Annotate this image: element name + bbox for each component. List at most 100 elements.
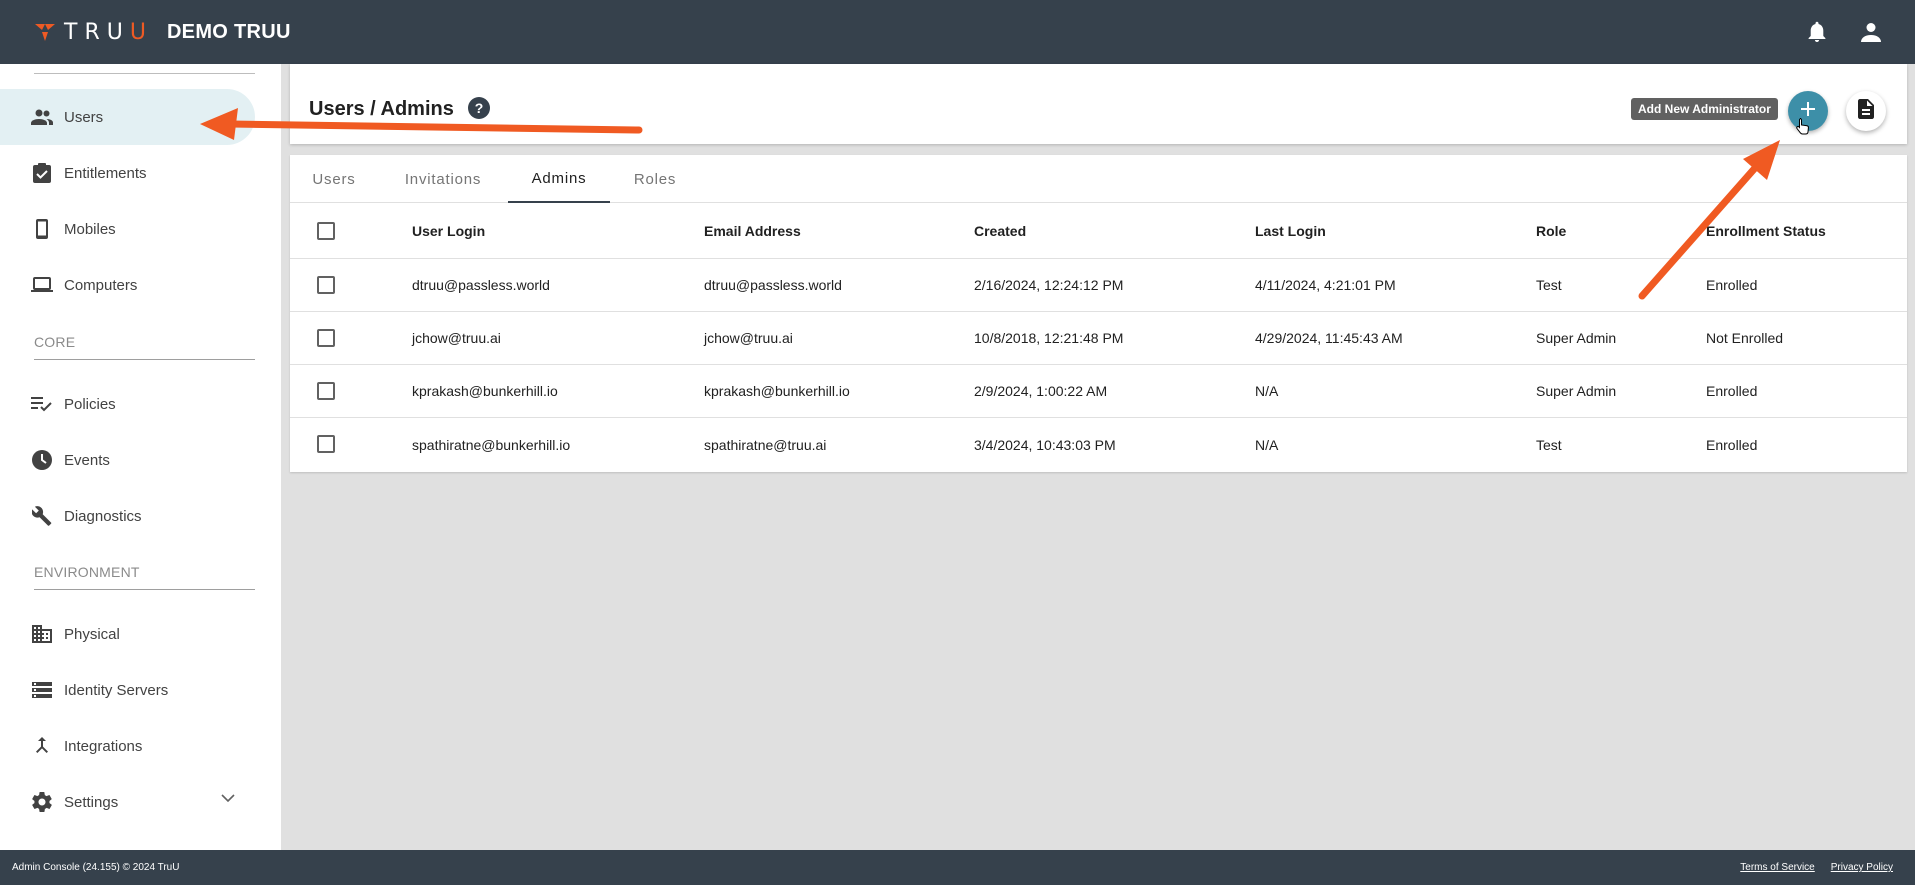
sidebar-item-label: Diagnostics (64, 507, 142, 525)
sidebar-item-policies[interactable]: Policies (0, 376, 255, 432)
top-app-bar: TRUU DEMO TRUU (0, 0, 1915, 64)
sidebar-item-label: Entitlements (64, 164, 147, 182)
help-icon[interactable]: ? (468, 97, 490, 119)
cell-role: Test (1536, 436, 1562, 453)
table-row[interactable]: kprakash@bunkerhill.io kprakash@bunkerhi… (290, 365, 1907, 418)
section-header-core: CORE (34, 334, 255, 360)
column-header-user-login[interactable]: User Login (412, 203, 485, 258)
row-checkbox[interactable] (317, 276, 335, 294)
footer: Admin Console (24.155) © 2024 TruU Terms… (0, 850, 1915, 885)
sidebar-item-events[interactable]: Events (0, 432, 255, 488)
tab-admins[interactable]: Admins (508, 155, 610, 203)
notifications-icon[interactable] (1803, 18, 1831, 46)
sidebar-item-physical[interactable]: Physical (0, 606, 255, 662)
clock-icon (30, 448, 54, 472)
sidebar-item-integrations[interactable]: Integrations (0, 718, 255, 774)
cell-user-login: spathiratne@bunkerhill.io (412, 436, 571, 453)
account-icon[interactable] (1857, 18, 1885, 46)
sidebar-item-users[interactable]: Users (0, 89, 255, 145)
sidebar-item-mobiles[interactable]: Mobiles (0, 201, 255, 257)
admins-table-card: Users Invitations Admins Roles User Logi… (290, 155, 1907, 472)
gear-icon (30, 790, 54, 814)
cell-last-login: 4/11/2024, 4:21:01 PM (1255, 277, 1396, 293)
privacy-policy-link[interactable]: Privacy Policy (1831, 862, 1893, 873)
terms-of-service-link[interactable]: Terms of Service (1740, 862, 1814, 873)
column-header-enrollment-status[interactable]: Enrollment Status (1706, 203, 1826, 258)
table-header: User Login Email Address Created Last Lo… (290, 203, 1907, 259)
cell-enrollment-status: Enrolled (1706, 436, 1758, 453)
page-header: Users / Admins ? Add New Administrator (290, 64, 1907, 144)
cell-user-login: jchow@truu.ai (412, 330, 501, 346)
users-icon (30, 105, 54, 129)
sidebar: Users Entitlements Mobiles Computers COR… (0, 64, 281, 850)
tab-bar: Users Invitations Admins Roles (290, 155, 1907, 203)
table-row[interactable]: dtruu@passless.world dtruu@passless.worl… (290, 259, 1907, 312)
org-name: DEMO TRUU (166, 20, 291, 43)
sidebar-item-label: Mobiles (64, 220, 116, 238)
tab-roles[interactable]: Roles (610, 155, 700, 203)
sidebar-item-computers[interactable]: Computers (0, 257, 255, 313)
cell-enrollment-status: Enrolled (1706, 277, 1758, 293)
select-all-checkbox[interactable] (317, 222, 335, 240)
sidebar-item-label: Events (64, 451, 110, 469)
table-row[interactable]: spathiratne@bunkerhill.io spathiratne@tr… (290, 418, 1907, 471)
sidebar-item-identity-servers[interactable]: Identity Servers (0, 662, 255, 718)
cell-created: 3/4/2024, 10:43:03 PM (974, 436, 1116, 453)
sidebar-item-label: Integrations (64, 737, 143, 755)
cell-role: Super Admin (1536, 330, 1617, 346)
tab-users[interactable]: Users (290, 155, 378, 203)
cell-role: Test (1536, 277, 1562, 293)
row-checkbox[interactable] (317, 329, 335, 347)
page-title: Users / Admins (309, 98, 454, 120)
laptop-icon (30, 273, 54, 297)
copyright-text: Admin Console (24.155) © 2024 TruU (12, 862, 180, 873)
cell-email: spathiratne@truu.ai (704, 436, 827, 453)
cell-last-login: 4/29/2024, 11:45:43 AM (1255, 330, 1403, 346)
column-header-last-login[interactable]: Last Login (1255, 203, 1326, 258)
document-icon (1858, 98, 1874, 124)
cell-created: 10/8/2018, 12:21:48 PM (974, 330, 1124, 346)
mouse-pointer-icon (1796, 117, 1810, 140)
cell-email: jchow@truu.ai (704, 330, 793, 346)
cell-user-login: kprakash@bunkerhill.io (412, 383, 558, 399)
policy-list-icon (30, 392, 54, 416)
building-icon (30, 622, 54, 646)
cell-enrollment-status: Enrolled (1706, 383, 1758, 399)
brand[interactable]: TRUU DEMO TRUU (34, 20, 291, 45)
tooltip-add-new-administrator: Add New Administrator (1631, 98, 1778, 120)
column-header-role[interactable]: Role (1536, 203, 1566, 258)
sidebar-divider (34, 73, 255, 74)
server-icon (30, 678, 54, 702)
phone-icon (30, 217, 54, 241)
export-document-button[interactable] (1846, 91, 1886, 131)
merge-icon (30, 734, 54, 758)
sidebar-item-label: Computers (64, 276, 138, 294)
chevron-down-icon[interactable] (221, 790, 235, 808)
sidebar-item-label: Settings (64, 793, 119, 811)
sidebar-item-label: Identity Servers (64, 681, 169, 699)
wrench-icon (30, 504, 54, 528)
table-row[interactable]: jchow@truu.ai jchow@truu.ai 10/8/2018, 1… (290, 312, 1907, 365)
cell-enrollment-status: Not Enrolled (1706, 330, 1784, 346)
column-header-email[interactable]: Email Address (704, 203, 801, 258)
section-header-environment: ENVIRONMENT (34, 564, 255, 590)
row-checkbox[interactable] (317, 435, 335, 453)
cell-last-login: N/A (1255, 383, 1279, 399)
sidebar-item-settings[interactable]: Settings (0, 774, 255, 830)
cell-created: 2/16/2024, 12:24:12 PM (974, 277, 1124, 293)
sidebar-item-entitlements[interactable]: Entitlements (0, 145, 255, 201)
cell-role: Super Admin (1536, 383, 1617, 399)
cell-last-login: N/A (1255, 436, 1279, 453)
row-checkbox[interactable] (317, 382, 335, 400)
brand-wordmark: TRUU (64, 19, 153, 45)
cell-email: kprakash@bunkerhill.io (704, 383, 850, 399)
tab-invitations[interactable]: Invitations (378, 155, 508, 203)
cell-user-login: dtruu@passless.world (412, 277, 550, 293)
cell-email: dtruu@passless.world (704, 277, 842, 293)
cell-created: 2/9/2024, 1:00:22 AM (974, 383, 1108, 399)
column-header-created[interactable]: Created (974, 203, 1026, 258)
clipboard-check-icon (30, 161, 54, 185)
sidebar-item-label: Physical (64, 625, 120, 643)
sidebar-item-label: Policies (64, 395, 116, 413)
sidebar-item-diagnostics[interactable]: Diagnostics (0, 488, 255, 544)
